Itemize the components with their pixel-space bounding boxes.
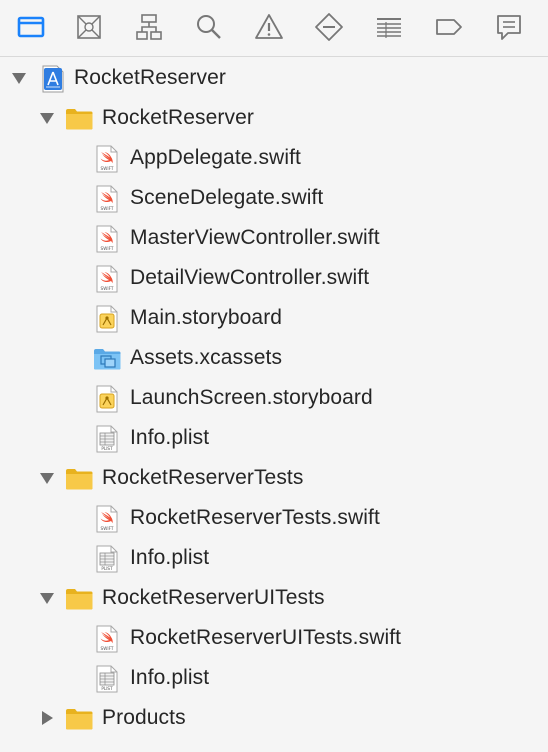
group-row[interactable]: RocketReserverTests — [0, 458, 548, 498]
disclosure-expanded-icon[interactable] — [38, 109, 56, 127]
file-row[interactable]: Assets.xcassets — [0, 338, 548, 378]
breakpoint-navigator-button[interactable] — [432, 10, 466, 44]
svg-text:PLIST: PLIST — [101, 566, 113, 571]
file-label: Main.storyboard — [130, 306, 283, 329]
issue-navigator-button[interactable] — [252, 10, 286, 44]
disclosure-expanded-icon[interactable] — [38, 589, 56, 607]
project-label: RocketReserver — [74, 66, 226, 89]
group-row[interactable]: RocketReserverUITests — [0, 578, 548, 618]
file-label: SceneDelegate.swift — [130, 186, 324, 209]
disclosure-expanded-icon[interactable] — [10, 69, 28, 87]
file-row[interactable]: LaunchScreen.storyboard — [0, 378, 548, 418]
disclosure-expanded-icon[interactable] — [38, 469, 56, 487]
symbol-navigator-button[interactable] — [132, 10, 166, 44]
file-row[interactable]: SWIFT DetailViewController.swift — [0, 258, 548, 298]
project-navigator-icon — [17, 16, 45, 38]
file-label: AppDelegate.swift — [130, 146, 301, 169]
swift-file-icon: SWIFT — [92, 504, 122, 534]
group-row[interactable]: RocketReserver — [0, 98, 548, 138]
file-label: Info.plist — [130, 666, 210, 689]
file-row[interactable]: SWIFT RocketReserverUITests.swift — [0, 618, 548, 658]
debug-navigator-button[interactable] — [372, 10, 406, 44]
group-label: RocketReserverTests — [102, 466, 304, 489]
file-row[interactable]: PLIST Info.plist — [0, 418, 548, 458]
swift-file-icon: SWIFT — [92, 144, 122, 174]
disclosure-collapsed-icon[interactable] — [38, 709, 56, 727]
file-label: LaunchScreen.storyboard — [130, 386, 373, 409]
group-row[interactable]: Products — [0, 698, 548, 738]
source-control-navigator-button[interactable] — [72, 10, 106, 44]
svg-text:SWIFT: SWIFT — [101, 286, 114, 291]
plist-file-icon: PLIST — [92, 664, 122, 694]
file-row[interactable]: SWIFT AppDelegate.swift — [0, 138, 548, 178]
report-navigator-button[interactable] — [492, 10, 526, 44]
file-label: RocketReserverUITests.swift — [130, 626, 402, 649]
find-navigator-button[interactable] — [192, 10, 226, 44]
symbol-navigator-icon — [136, 14, 162, 40]
swift-file-icon: SWIFT — [92, 624, 122, 654]
folder-icon — [64, 104, 94, 134]
find-navigator-icon — [197, 15, 221, 39]
plist-file-icon: PLIST — [92, 424, 122, 454]
xcode-project-icon — [38, 64, 68, 94]
issue-navigator-icon — [255, 14, 283, 39]
file-label: DetailViewController.swift — [130, 266, 370, 289]
file-label: Info.plist — [130, 546, 210, 569]
swift-file-icon: SWIFT — [92, 184, 122, 214]
svg-text:SWIFT: SWIFT — [101, 166, 114, 171]
file-label: Info.plist — [130, 426, 210, 449]
project-row[interactable]: RocketReserver — [0, 58, 548, 98]
group-label: RocketReserver — [102, 106, 254, 129]
test-navigator-icon — [315, 13, 343, 41]
test-navigator-button[interactable] — [312, 10, 346, 44]
storyboard-file-icon — [92, 384, 122, 414]
file-label: RocketReserverTests.swift — [130, 506, 380, 529]
folder-icon — [64, 464, 94, 494]
file-row[interactable]: SWIFT MasterViewController.swift — [0, 218, 548, 258]
svg-text:SWIFT: SWIFT — [101, 246, 114, 251]
svg-text:PLIST: PLIST — [101, 686, 113, 691]
storyboard-file-icon — [92, 304, 122, 334]
file-row[interactable]: PLIST Info.plist — [0, 538, 548, 578]
asset-catalog-icon — [92, 344, 122, 374]
svg-text:SWIFT: SWIFT — [101, 646, 114, 651]
debug-navigator-icon — [377, 18, 401, 38]
file-row[interactable]: Main.storyboard — [0, 298, 548, 338]
source-control-navigator-icon — [77, 15, 101, 39]
plist-file-icon: PLIST — [92, 544, 122, 574]
folder-icon — [64, 704, 94, 734]
report-navigator-icon — [497, 15, 521, 40]
group-label: Products — [102, 706, 186, 729]
swift-file-icon: SWIFT — [92, 224, 122, 254]
file-row[interactable]: SWIFT SceneDelegate.swift — [0, 178, 548, 218]
file-row[interactable]: PLIST Info.plist — [0, 658, 548, 698]
file-label: Assets.xcassets — [130, 346, 283, 369]
svg-text:SWIFT: SWIFT — [101, 526, 114, 531]
swift-file-icon: SWIFT — [92, 264, 122, 294]
navigator-toolbar — [0, 0, 548, 57]
group-label: RocketReserverUITests — [102, 586, 325, 609]
project-navigator-button[interactable] — [14, 10, 48, 44]
svg-text:PLIST: PLIST — [101, 446, 113, 451]
breakpoint-navigator-icon — [436, 19, 462, 35]
file-row[interactable]: SWIFT RocketReserverTests.swift — [0, 498, 548, 538]
svg-text:SWIFT: SWIFT — [101, 206, 114, 211]
folder-icon — [64, 584, 94, 614]
file-label: MasterViewController.swift — [130, 226, 380, 249]
